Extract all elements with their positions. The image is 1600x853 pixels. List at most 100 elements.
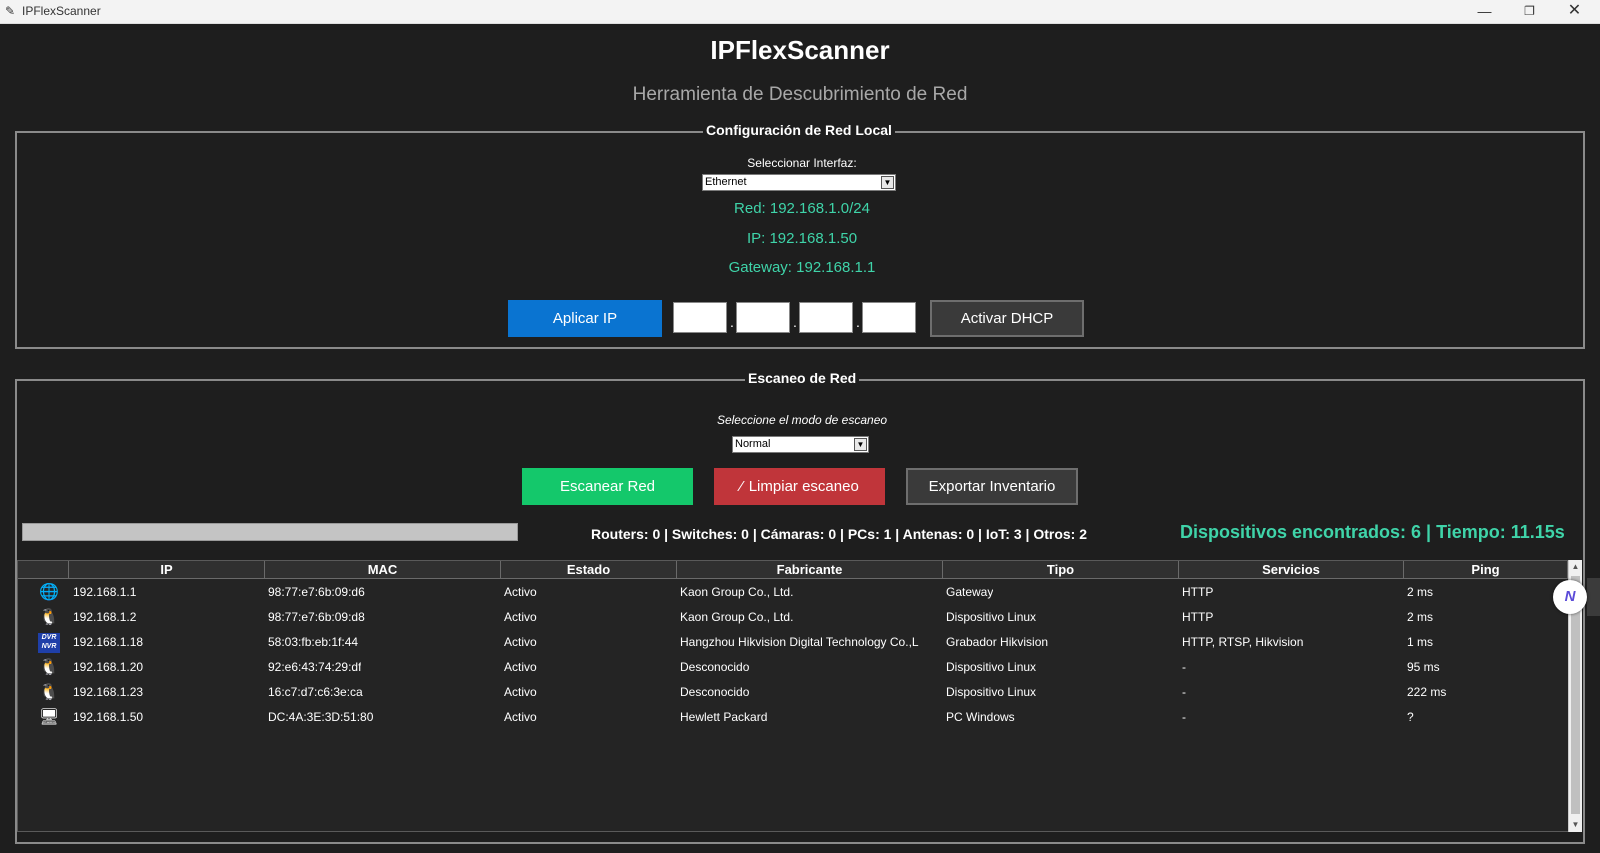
cell-tipo: Grabador Hikvision — [946, 635, 1049, 649]
column-header-ping[interactable]: Ping — [1404, 561, 1568, 579]
cell-estado: Activo — [504, 610, 537, 624]
chevron-down-icon[interactable]: ▼ — [881, 176, 894, 189]
cell-mac: 58:03:fb:eb:1f:44 — [268, 635, 359, 649]
cell-estado: Activo — [504, 635, 537, 649]
apply-ip-button[interactable]: Aplicar IP — [508, 300, 662, 337]
window-titlebar: ✎ IPFlexScanner — ❐ ✕ — [0, 0, 1600, 24]
ip-octet-1-input[interactable] — [673, 302, 727, 333]
ip-octet-4-input[interactable] — [862, 302, 916, 333]
table-row[interactable]: 🐧 192.168.1.23 16:c7:d7:c6:3e:ca Activo … — [18, 680, 1568, 705]
app-title: IPFlexScanner — [710, 35, 890, 65]
ip-separator: . — [730, 314, 734, 330]
cell-servicios: - — [1182, 685, 1186, 699]
cell-servicios: HTTP — [1182, 585, 1214, 599]
linux-icon: 🐧 — [39, 659, 59, 676]
interface-label: Seleccionar Interfaz: — [747, 156, 857, 170]
cell-tipo: Dispositivo Linux — [946, 610, 1037, 624]
cell-fabricante: Hewlett Packard — [680, 710, 768, 724]
table-row[interactable]: 🌐 192.168.1.1 98:77:e7:6b:09:d6 Activo K… — [18, 580, 1568, 605]
chevron-down-icon[interactable]: ▼ — [854, 438, 867, 451]
column-header-ip[interactable]: IP — [69, 561, 265, 579]
cell-ip: 192.168.1.2 — [73, 610, 137, 624]
scroll-up-icon[interactable]: ▲ — [1569, 560, 1582, 574]
cell-fabricante: Hangzhou Hikvision Digital Technology Co… — [680, 635, 919, 649]
cell-ip: 192.168.1.23 — [73, 685, 144, 699]
ip-separator: . — [856, 314, 860, 330]
feather-icon: ✎ — [5, 4, 16, 18]
table-row[interactable]: 🖥 192.168.1.50 DC:4A:3E:3D:51:80 Activo … — [18, 705, 1568, 730]
cell-ip: 192.168.1.1 — [73, 585, 137, 599]
assistant-floating-icon[interactable]: N — [1553, 580, 1587, 614]
cell-tipo: Dispositivo Linux — [946, 685, 1037, 699]
scan-mode-value: Normal — [735, 438, 771, 450]
linux-icon: 🐧 — [39, 609, 59, 626]
cell-ip: 192.168.1.18 — [73, 635, 144, 649]
column-header-servicios[interactable]: Servicios — [1179, 561, 1404, 579]
app-subtitle: Herramienta de Descubrimiento de Red — [632, 84, 968, 105]
activate-dhcp-button[interactable]: Activar DHCP — [930, 300, 1084, 337]
cell-mac: DC:4A:3E:3D:51:80 — [268, 710, 374, 724]
dvr-nvr-icon: DVR NVR — [38, 633, 60, 653]
cell-ip: 192.168.1.20 — [73, 660, 144, 674]
network-info: Red: 192.168.1.0/24 — [734, 200, 870, 217]
ip-octet-3-input[interactable] — [799, 302, 853, 333]
cell-ip: 192.168.1.50 — [73, 710, 144, 724]
cell-fabricante: Desconocido — [680, 660, 750, 674]
table-row[interactable]: 🐧 192.168.1.2 98:77:e7:6b:09:d8 Activo K… — [18, 605, 1568, 630]
minimize-button[interactable]: — — [1462, 0, 1507, 23]
column-header-icon[interactable] — [18, 561, 69, 579]
ip-info: IP: 192.168.1.50 — [746, 230, 858, 247]
column-header-tipo[interactable]: Tipo — [943, 561, 1179, 579]
cell-ping: 2 ms — [1407, 610, 1434, 624]
cell-estado: Activo — [504, 660, 537, 674]
restore-button[interactable]: ❐ — [1507, 0, 1552, 23]
cell-servicios: - — [1182, 710, 1186, 724]
linux-icon: 🐧 — [39, 684, 59, 701]
cell-mac: 16:c7:d7:c6:3e:ca — [268, 685, 363, 699]
table-header: IP MAC Estado Fabricante Tipo Servicios … — [18, 561, 1568, 579]
table-row[interactable]: DVR NVR 192.168.1.18 58:03:fb:eb:1f:44 Ac… — [18, 630, 1568, 655]
cell-ping: 222 ms — [1407, 685, 1447, 699]
ip-octet-2-input[interactable] — [736, 302, 790, 333]
column-header-mac[interactable]: MAC — [265, 561, 501, 579]
interface-select-value: Ethernet — [705, 176, 747, 188]
devices-found-summary: Dispositivos encontrados: 6 | Tiempo: 11… — [1180, 522, 1565, 542]
cell-mac: 92:e6:43:74:29:df — [268, 660, 362, 674]
cell-mac: 98:77:e7:6b:09:d8 — [268, 610, 365, 624]
devices-table: IP MAC Estado Fabricante Tipo Servicios … — [17, 560, 1569, 832]
column-header-estado[interactable]: Estado — [501, 561, 677, 579]
cell-ping: 95 ms — [1407, 660, 1440, 674]
cell-servicios: - — [1182, 660, 1186, 674]
network-scan-legend: Escaneo de Red — [745, 370, 860, 386]
ip-separator: . — [793, 314, 797, 330]
cell-ping: 1 ms — [1407, 635, 1434, 649]
cell-tipo: PC Windows — [946, 710, 1015, 724]
device-type-counts: Routers: 0 | Switches: 0 | Cámaras: 0 | … — [591, 526, 1088, 542]
cell-ping: 2 ms — [1407, 585, 1434, 599]
clear-scan-button[interactable]: ⁄ Limpiar escaneo — [714, 468, 885, 505]
cell-servicios: HTTP — [1182, 610, 1214, 624]
cell-estado: Activo — [504, 585, 537, 599]
export-inventory-button[interactable]: Exportar Inventario — [906, 468, 1078, 505]
window-title: IPFlexScanner — [22, 4, 101, 18]
side-panel-tab[interactable] — [1587, 578, 1600, 616]
column-header-fabricante[interactable]: Fabricante — [677, 561, 943, 579]
broom-icon: ⁄ — [740, 478, 743, 495]
cell-estado: Activo — [504, 685, 537, 699]
cell-fabricante: Kaon Group Co., Ltd. — [680, 585, 794, 599]
scan-mode-select[interactable]: Normal ▼ — [732, 436, 869, 453]
gateway-info: Gateway: 192.168.1.1 — [728, 259, 876, 276]
cell-tipo: Gateway — [946, 585, 994, 599]
scan-progress-bar — [22, 523, 518, 541]
scan-mode-label: Seleccione el modo de escaneo — [716, 413, 888, 427]
globe-icon: 🌐 — [39, 584, 59, 601]
scroll-down-icon[interactable]: ▼ — [1569, 818, 1582, 832]
cell-fabricante: Kaon Group Co., Ltd. — [680, 610, 794, 624]
scan-network-button[interactable]: Escanear Red — [522, 468, 693, 505]
interface-select[interactable]: Ethernet ▼ — [702, 174, 896, 191]
cell-ping: ? — [1407, 710, 1414, 724]
table-row[interactable]: 🐧 192.168.1.20 92:e6:43:74:29:df Activo … — [18, 655, 1568, 680]
cell-servicios: HTTP, RTSP, Hikvision — [1182, 635, 1304, 649]
close-button[interactable]: ✕ — [1552, 0, 1597, 23]
cell-mac: 98:77:e7:6b:09:d6 — [268, 585, 365, 599]
